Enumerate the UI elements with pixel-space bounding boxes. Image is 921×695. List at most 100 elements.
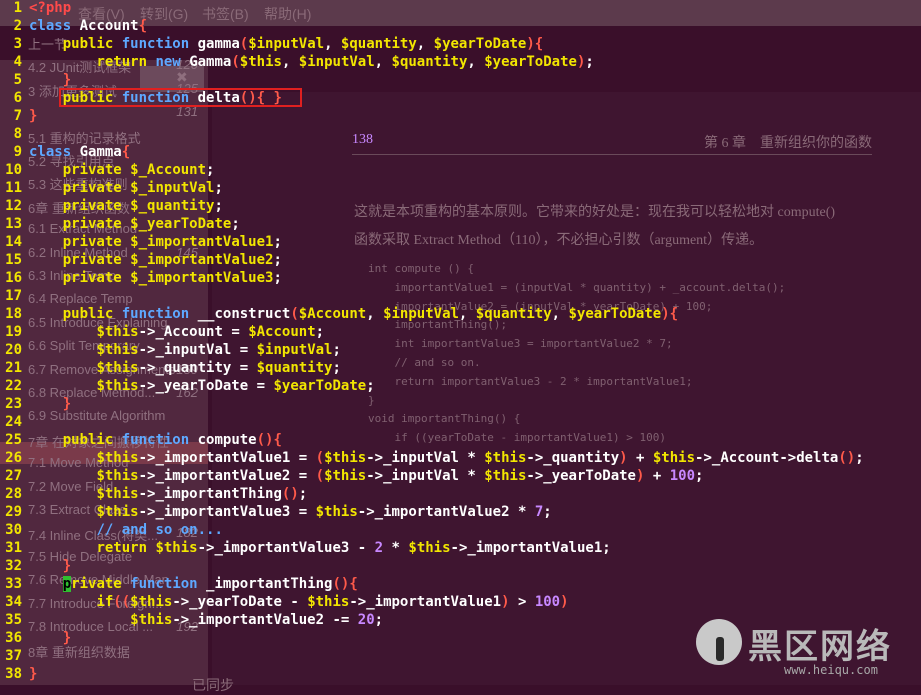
code-line: 33 private function _importantThing(){ bbox=[0, 575, 358, 593]
line-number: 23 bbox=[5, 396, 22, 412]
line-number: 2 bbox=[13, 18, 22, 34]
code-text: private function _importantThing(){ bbox=[62, 576, 358, 592]
code-line: 1 <?php bbox=[0, 0, 72, 17]
line-number: 27 bbox=[5, 468, 22, 484]
code-line: 35 $this->_importantValue2 -= 20; bbox=[0, 611, 383, 629]
code-line: 13 private $_yearToDate; bbox=[0, 215, 240, 233]
code-text: // and so on... bbox=[96, 522, 223, 538]
line-number: 18 bbox=[5, 306, 22, 322]
line-number: 3 bbox=[13, 36, 22, 52]
code-line: 9 class Gamma{ bbox=[0, 143, 131, 161]
line-number: 8 bbox=[13, 126, 22, 142]
code-text: return $this->_importantValue3 - 2 * $th… bbox=[96, 540, 611, 556]
code-line: 21 $this->_quantity = $quantity; bbox=[0, 359, 341, 377]
code-line: 20 $this->_inputVal = $inputVal; bbox=[0, 341, 341, 359]
line-number: 16 bbox=[5, 270, 22, 286]
code-line: 18 public function __construct($Account,… bbox=[0, 305, 678, 323]
line-number: 24 bbox=[5, 414, 22, 430]
code-line: 29 $this->_importantValue3 = $this->_imp… bbox=[0, 503, 552, 521]
code-line: 17 bbox=[0, 287, 29, 305]
code-line: 7} bbox=[0, 107, 38, 125]
code-text: public function compute(){ bbox=[62, 432, 282, 448]
code-text: private $_Account; bbox=[62, 162, 215, 178]
line-number: 15 bbox=[5, 252, 22, 268]
code-text: private $_quantity; bbox=[62, 198, 223, 214]
line-number: 1 bbox=[13, 0, 22, 16]
code-line: 24 bbox=[0, 413, 29, 431]
line-number: 34 bbox=[5, 594, 22, 610]
code-text: class Gamma{ bbox=[29, 144, 131, 160]
code-text: class Account{ bbox=[29, 18, 148, 34]
code-text: private $_importantValue2; bbox=[62, 252, 282, 268]
code-text: } bbox=[62, 72, 72, 88]
code-text: $this->_yearToDate = $yearToDate; bbox=[96, 378, 375, 394]
code-line: 19 $this->_Account = $Account; bbox=[0, 323, 324, 341]
code-line: 3 public function gamma($inputVal, $quan… bbox=[0, 35, 544, 53]
line-number: 13 bbox=[5, 216, 22, 232]
code-text: private $_yearToDate; bbox=[62, 216, 240, 232]
code-line: 2 class Account{ bbox=[0, 17, 147, 35]
line-number: 31 bbox=[5, 540, 22, 556]
line-number: 9 bbox=[13, 144, 22, 160]
code-line: 26 $this->_importantValue1 = ($this->_in… bbox=[0, 449, 864, 467]
code-line: 14 private $_importantValue1; bbox=[0, 233, 282, 251]
line-number: 37 bbox=[5, 648, 22, 664]
line-number: 11 bbox=[5, 180, 22, 196]
line-number: 25 bbox=[5, 432, 22, 448]
code-line: 25 public function compute(){ bbox=[0, 431, 282, 449]
code-line: 10 private $_Account; bbox=[0, 161, 214, 179]
line-number: 30 bbox=[5, 522, 22, 538]
code-line: 12 private $_quantity; bbox=[0, 197, 223, 215]
code-line: 28 $this->_importantThing(); bbox=[0, 485, 307, 503]
watermark-brand: 黑区网络 bbox=[748, 627, 892, 667]
code-text: $this->_importantValue2 -= 20; bbox=[130, 612, 384, 628]
code-line: 36 } bbox=[0, 629, 71, 647]
line-number: 6 bbox=[13, 90, 22, 106]
code-line: 34 if(($this->_yearToDate - $this->_impo… bbox=[0, 593, 569, 611]
line-number: 26 bbox=[5, 450, 22, 466]
line-number: 22 bbox=[5, 378, 22, 394]
code-line: 8 bbox=[0, 125, 29, 143]
code-line: 4 return new Gamma($this, $inputVal, $qu… bbox=[0, 53, 594, 71]
line-number: 28 bbox=[5, 486, 22, 502]
code-text: } bbox=[62, 396, 72, 412]
code-line: 32 } bbox=[0, 557, 71, 575]
code-line: 22 $this->_yearToDate = $yearToDate; bbox=[0, 377, 375, 395]
line-number: 5 bbox=[13, 72, 22, 88]
code-text: } bbox=[29, 108, 38, 124]
code-line: 30 // and so on... bbox=[0, 521, 223, 539]
code-line: 37 bbox=[0, 647, 29, 665]
line-number: 29 bbox=[5, 504, 22, 520]
code-text: $this->_Account = $Account; bbox=[96, 324, 325, 340]
code-text: } bbox=[62, 558, 72, 574]
watermark: 黑区网络 www.heiqu.com bbox=[688, 617, 921, 685]
code-text: public function gamma($inputVal, $quanti… bbox=[62, 36, 544, 52]
code-line: 5 } bbox=[0, 71, 72, 89]
line-number: 4 bbox=[13, 54, 22, 70]
line-number: 17 bbox=[5, 288, 22, 304]
code-line: 16 private $_importantValue3; bbox=[0, 269, 282, 287]
line-number: 7 bbox=[13, 108, 22, 124]
highlight-box-delta bbox=[59, 88, 302, 107]
code-line: 31 return $this->_importantValue3 - 2 * … bbox=[0, 539, 611, 557]
code-text: } bbox=[62, 630, 72, 646]
line-number: 19 bbox=[5, 324, 22, 340]
line-number: 10 bbox=[5, 162, 22, 178]
line-number: 14 bbox=[5, 234, 22, 250]
code-line: 38} bbox=[0, 665, 37, 683]
code-text: $this->_inputVal = $inputVal; bbox=[96, 342, 341, 358]
code-line: 23 } bbox=[0, 395, 71, 413]
code-text: if(($this->_yearToDate - $this->_importa… bbox=[96, 594, 569, 610]
line-number: 38 bbox=[5, 666, 22, 682]
code-line: 15 private $_importantValue2; bbox=[0, 251, 282, 269]
code-text: $this->_importantValue3 = $this->_import… bbox=[96, 504, 552, 520]
code-text: return new Gamma($this, $inputVal, $quan… bbox=[96, 54, 594, 70]
line-number: 36 bbox=[5, 630, 22, 646]
line-number: 33 bbox=[5, 576, 22, 592]
code-text: $this->_quantity = $quantity; bbox=[96, 360, 341, 376]
line-number: 20 bbox=[5, 342, 22, 358]
line-number: 21 bbox=[5, 360, 22, 376]
mushroom-logo-icon bbox=[696, 619, 742, 665]
line-number: 35 bbox=[5, 612, 22, 628]
line-number: 32 bbox=[5, 558, 22, 574]
